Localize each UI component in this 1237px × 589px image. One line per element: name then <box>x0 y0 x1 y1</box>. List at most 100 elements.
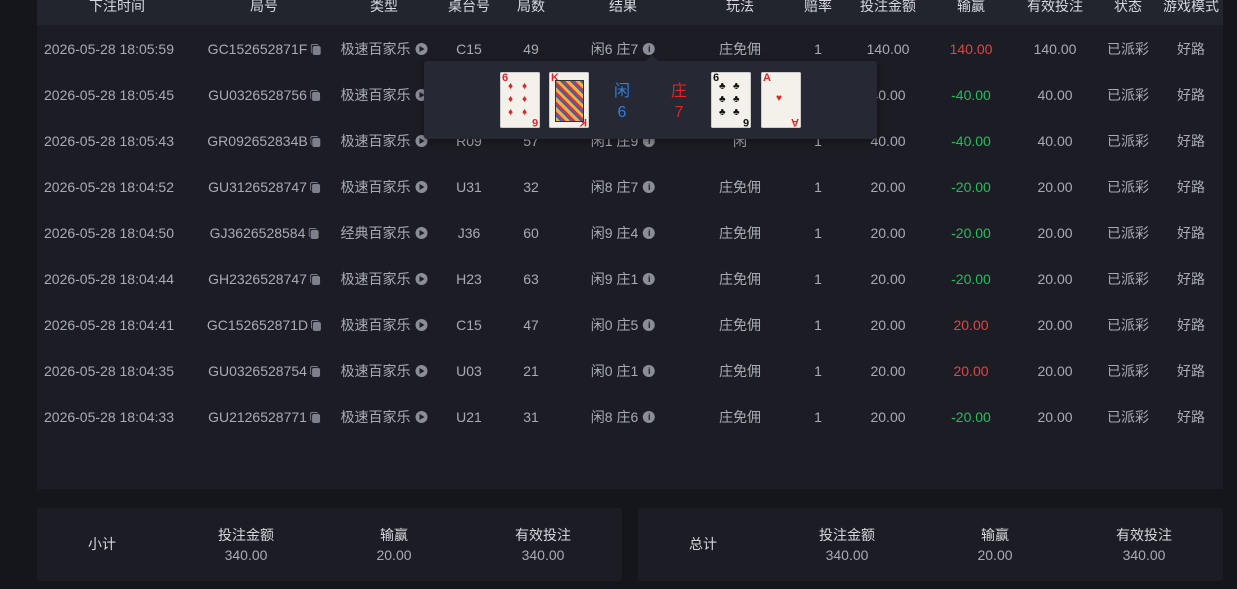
cell-play-text: 庄免佣 <box>719 41 761 57</box>
cell-game-mode-text: 好路 <box>1177 87 1205 103</box>
info-icon[interactable] <box>643 273 656 285</box>
play-replay-icon[interactable] <box>415 273 428 285</box>
cell-type: 经典百家乐 <box>341 210 428 256</box>
info-icon[interactable] <box>643 411 656 423</box>
play-replay-icon[interactable] <box>415 365 428 377</box>
card-suit-pip: ♦ <box>508 107 514 118</box>
cell-bet-amount: 20.00 <box>870 256 905 302</box>
cell-game-mode: 好路 <box>1177 210 1205 256</box>
cell-status-text: 已派彩 <box>1107 271 1149 287</box>
cell-valid-bet: 40.00 <box>1037 72 1072 118</box>
play-replay-icon[interactable] <box>415 181 428 193</box>
subtotal-winloss-value: 20.00 <box>376 547 412 563</box>
card-suit-pip: ♣ <box>719 94 726 105</box>
header-game-mode[interactable]: 游戏模式 <box>1163 0 1219 13</box>
subtotal-title: 小计 <box>88 536 116 552</box>
cell-win-loss-text: -40.00 <box>951 87 991 103</box>
cell-game-mode-text: 好路 <box>1177 317 1205 333</box>
cell-win-loss-text: 20.00 <box>953 363 989 379</box>
cell-win-loss-text: -20.00 <box>951 409 991 425</box>
cell-bet-amount-text: 20.00 <box>870 225 906 241</box>
cell-rounds-text: 47 <box>523 317 539 333</box>
header-valid-bet[interactable]: 有效投注 <box>1027 0 1083 13</box>
cell-game-mode: 好路 <box>1177 118 1205 164</box>
cell-bet-time-text: 2026-05-28 18:05:45 <box>44 87 174 103</box>
cell-game-mode: 好路 <box>1177 26 1205 72</box>
copy-icon[interactable] <box>311 320 322 331</box>
cell-rounds-text: 31 <box>523 409 539 425</box>
copy-icon[interactable] <box>309 90 320 101</box>
copy-icon[interactable] <box>309 274 320 285</box>
cell-win-loss: 20.00 <box>953 302 988 348</box>
cell-play-text: 庄免佣 <box>719 363 761 379</box>
cell-rounds: 21 <box>523 348 539 394</box>
table-row[interactable]: 2026-05-28 18:04:52 GU3126528747 极速百家乐 U31 3… <box>37 164 1223 210</box>
total-valid-value: 340.00 <box>1122 547 1166 563</box>
copy-icon[interactable] <box>309 412 320 423</box>
cell-status-text: 已派彩 <box>1107 41 1149 57</box>
card-rank: 6 <box>742 116 749 128</box>
card-suit-pip: ♦ <box>508 94 514 105</box>
header-play[interactable]: 玩法 <box>726 0 754 13</box>
copy-icon[interactable] <box>309 182 320 193</box>
cell-valid-bet: 40.00 <box>1037 118 1072 164</box>
card-rank: A <box>791 116 799 128</box>
subtotal-panel: 小计 投注金额 340.00 输赢 20.00 有效投注 340.00 <box>37 508 622 581</box>
header-win-loss[interactable]: 输赢 <box>957 0 985 13</box>
cell-odds: 1 <box>814 348 822 394</box>
cell-type: 极速百家乐 <box>341 348 428 394</box>
cell-bet-time-text: 2026-05-28 18:04:41 <box>44 317 174 333</box>
cell-rounds: 32 <box>523 164 539 210</box>
header-table-no[interactable]: 桌台号 <box>448 0 490 13</box>
info-icon[interactable] <box>643 43 656 55</box>
cell-round-no: GH2326528747 <box>208 256 320 302</box>
cell-odds: 1 <box>814 302 822 348</box>
cell-odds: 1 <box>814 210 822 256</box>
cell-rounds-text: 60 <box>523 225 539 241</box>
cell-table-no-text: C15 <box>456 317 482 333</box>
player-label: 闲 <box>613 83 630 100</box>
cell-result: 闲8 庄7 <box>591 164 656 210</box>
header-result[interactable]: 结果 <box>609 0 637 13</box>
copy-icon[interactable] <box>310 44 321 55</box>
cell-result: 闲8 庄6 <box>591 394 656 440</box>
header-odds[interactable]: 赔率 <box>804 0 832 13</box>
copy-icon[interactable] <box>309 366 320 377</box>
table-row[interactable]: 2026-05-28 18:04:33 GU2126528771 极速百家乐 U21 3… <box>37 394 1223 440</box>
info-icon[interactable] <box>643 227 656 239</box>
cell-win-loss: -20.00 <box>951 210 991 256</box>
header-status[interactable]: 状态 <box>1114 0 1142 13</box>
copy-icon[interactable] <box>310 136 321 147</box>
info-icon[interactable] <box>643 365 656 377</box>
header-bet-amount[interactable]: 投注金额 <box>860 0 916 13</box>
header-type[interactable]: 类型 <box>370 0 398 13</box>
table-row[interactable]: 2026-05-28 18:04:50 GJ3626528584 经典百家乐 J36 6… <box>37 210 1223 256</box>
cell-rounds-text: 63 <box>523 271 539 287</box>
cell-type-text: 极速百家乐 <box>340 133 411 149</box>
play-replay-icon[interactable] <box>415 227 428 239</box>
cell-status-text: 已派彩 <box>1107 317 1149 333</box>
cell-status: 已派彩 <box>1107 26 1149 72</box>
info-icon[interactable] <box>643 319 656 331</box>
table-row[interactable]: 2026-05-28 18:04:44 GH2326528747 极速百家乐 H23 6… <box>37 256 1223 302</box>
cell-round-no-text: GH2326528747 <box>208 271 307 287</box>
cell-game-mode-text: 好路 <box>1177 225 1205 241</box>
cell-round-no-text: GC152652871D <box>206 317 309 333</box>
cell-valid-bet-text: 20.00 <box>1037 271 1073 287</box>
table-row[interactable]: 2026-05-28 18:04:41 GC152652871D 极速百家乐 C15 4… <box>37 302 1223 348</box>
header-rounds[interactable]: 局数 <box>517 0 545 13</box>
cell-table-no-text: H23 <box>456 271 482 287</box>
header-bet-time[interactable]: 下注时间 <box>89 0 145 13</box>
play-replay-icon[interactable] <box>415 411 428 423</box>
play-replay-icon[interactable] <box>415 319 428 331</box>
cell-round-no: GC152652871D <box>206 302 322 348</box>
cell-bet-time: 2026-05-28 18:04:44 <box>44 256 174 302</box>
card-suit-pip: ♦ <box>522 81 528 92</box>
total-title: 总计 <box>689 536 717 552</box>
copy-icon[interactable] <box>308 228 319 239</box>
info-icon[interactable] <box>643 181 656 193</box>
table-row[interactable]: 2026-05-28 18:04:35 GU0326528754 极速百家乐 U03 2… <box>37 348 1223 394</box>
cell-bet-time: 2026-05-28 18:04:35 <box>44 348 174 394</box>
header-round-no[interactable]: 局号 <box>250 0 278 13</box>
play-replay-icon[interactable] <box>415 43 428 55</box>
